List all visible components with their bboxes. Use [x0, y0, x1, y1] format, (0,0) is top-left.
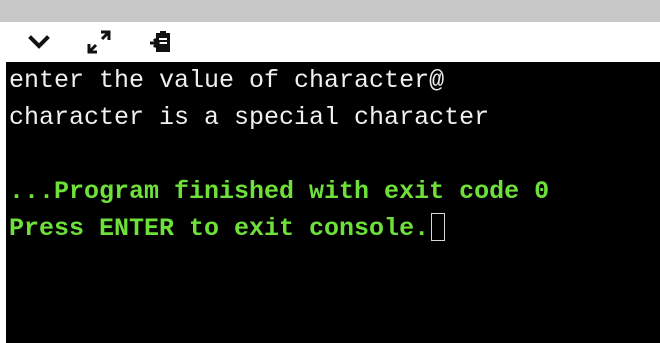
fullscreen-button[interactable]	[84, 26, 114, 58]
collapse-button[interactable]	[24, 26, 54, 58]
copy-to-clipboard-button[interactable]	[146, 26, 176, 58]
expand-icon	[87, 30, 111, 54]
output-line: enter the value of character@	[9, 66, 445, 95]
prompt-line: Press ENTER to exit console.	[6, 210, 660, 247]
console-window: enter the value of character@ character …	[0, 0, 660, 343]
console-output[interactable]: enter the value of character@ character …	[6, 62, 660, 343]
clipboard-icon	[150, 31, 170, 52]
output-line: character is a special character	[9, 103, 490, 132]
exit-prompt-text: Press ENTER to exit console.	[9, 214, 430, 243]
text-cursor	[431, 213, 446, 241]
console-toolbar	[0, 22, 660, 62]
exit-status-line: ...Program finished with exit code 0	[9, 177, 550, 206]
window-top-strip	[0, 0, 660, 22]
chevron-down-icon	[28, 35, 50, 49]
